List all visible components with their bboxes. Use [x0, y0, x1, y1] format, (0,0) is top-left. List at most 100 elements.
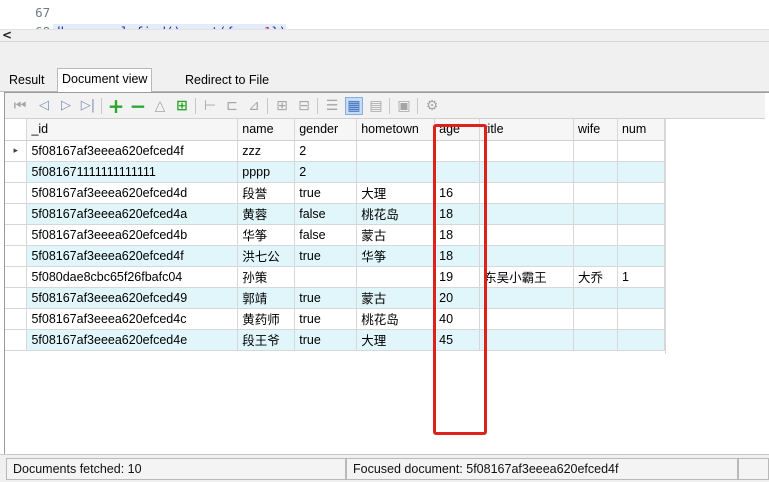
cell-gender[interactable]: true: [294, 287, 358, 309]
row-indicator[interactable]: ▸: [5, 140, 28, 162]
insert-after-icon[interactable]: ⊢: [201, 97, 219, 115]
cell-wife[interactable]: [573, 287, 618, 309]
cell-title[interactable]: 东吴小霸王: [479, 266, 574, 288]
cell-title[interactable]: [479, 182, 574, 204]
cell-wife[interactable]: [573, 329, 618, 351]
cell-title[interactable]: [479, 140, 574, 162]
cell-num[interactable]: [617, 203, 666, 225]
cell-num[interactable]: [617, 287, 666, 309]
cell-age[interactable]: 40: [434, 308, 481, 330]
settings-icon[interactable]: ⚙: [423, 97, 441, 115]
row-indicator[interactable]: [5, 329, 28, 351]
table-row[interactable]: 5f08167af3eeea620efced4a 黄蓉 false 桃花岛 18: [5, 203, 666, 225]
cell-hometown[interactable]: 桃花岛: [356, 203, 436, 225]
cell-age[interactable]: 19: [434, 266, 481, 288]
cell-id[interactable]: 5f08167af3eeea620efced4c: [26, 308, 239, 330]
cell-hometown[interactable]: [356, 140, 436, 162]
cell-num[interactable]: [617, 308, 666, 330]
cell-age[interactable]: 20: [434, 287, 481, 309]
row-indicator[interactable]: [5, 224, 28, 246]
add-child-icon[interactable]: ⊞: [173, 97, 191, 115]
cell-title[interactable]: [479, 329, 574, 351]
list-view-icon[interactable]: ⊟: [295, 97, 313, 115]
text-view-icon[interactable]: ☰: [323, 97, 341, 115]
cell-wife[interactable]: [573, 308, 618, 330]
tree-view-icon[interactable]: ▤: [367, 97, 385, 115]
first-record-icon[interactable]: ⏮: [11, 97, 29, 115]
last-record-icon[interactable]: ▷|: [79, 97, 97, 115]
table-row[interactable]: 5f08167af3eeea620efced49 郭靖 true 蒙古 20: [5, 287, 666, 309]
cell-title[interactable]: [479, 308, 574, 330]
cell-wife[interactable]: [573, 224, 618, 246]
cell-hometown[interactable]: 蒙古: [356, 287, 436, 309]
cell-name[interactable]: zzz: [237, 140, 296, 162]
cell-name[interactable]: 孙策: [237, 266, 296, 288]
cell-title[interactable]: [479, 287, 574, 309]
cell-wife[interactable]: [573, 245, 618, 267]
cell-gender[interactable]: true: [294, 308, 358, 330]
align-icon[interactable]: ⊿: [245, 97, 263, 115]
tab-document-view[interactable]: Document view: [57, 68, 153, 93]
cell-title[interactable]: [479, 203, 574, 225]
query-editor[interactable]: 67 68db.nor col.find().sort({age:1}) <: [0, 0, 769, 42]
table-row[interactable]: 5f08167af3eeea620efced4c 黄药师 true 桃花岛 40: [5, 308, 666, 330]
cell-gender[interactable]: true: [294, 182, 358, 204]
row-indicator[interactable]: [5, 182, 28, 204]
cell-hometown[interactable]: 桃花岛: [356, 308, 436, 330]
cell-name[interactable]: 黄药师: [237, 308, 296, 330]
cell-gender[interactable]: 2: [294, 140, 358, 162]
cell-gender[interactable]: 2: [294, 161, 358, 183]
cell-gender[interactable]: [294, 266, 358, 288]
cell-name[interactable]: 郭靖: [237, 287, 296, 309]
table-row[interactable]: 5f080dae8cbc65f26fbafc04 孙策 19 东吴小霸王 大乔 1: [5, 266, 666, 288]
cell-gender[interactable]: true: [294, 245, 358, 267]
cell-id[interactable]: 5f08167af3eeea620efced4f: [26, 245, 239, 267]
add-record-icon[interactable]: +: [107, 96, 125, 116]
cell-num[interactable]: [617, 161, 666, 183]
cell-age[interactable]: 45: [434, 329, 481, 351]
column-header[interactable]: _id: [26, 119, 239, 141]
cell-wife[interactable]: [573, 140, 618, 162]
cell-name[interactable]: 段誉: [237, 182, 296, 204]
table-row[interactable]: 5f08167af3eeea620efced4d 段誉 true 大理 16: [5, 182, 666, 204]
cell-num[interactable]: [617, 329, 666, 351]
cell-title[interactable]: [479, 224, 574, 246]
cell-id[interactable]: 5f08167af3eeea620efced4a: [26, 203, 239, 225]
table-view-icon[interactable]: ▦: [345, 97, 363, 115]
cell-num[interactable]: 1: [617, 266, 666, 288]
cell-hometown[interactable]: 大理: [356, 329, 436, 351]
cell-id[interactable]: 5f08167af3eeea620efced4d: [26, 182, 239, 204]
cell-gender[interactable]: true: [294, 329, 358, 351]
scroll-left-arrow-icon[interactable]: <: [2, 28, 12, 42]
row-indicator[interactable]: [5, 287, 28, 309]
cell-num[interactable]: [617, 245, 666, 267]
cell-name[interactable]: 段王爷: [237, 329, 296, 351]
cell-age[interactable]: 16: [434, 182, 481, 204]
next-record-icon[interactable]: ▷: [57, 97, 75, 115]
column-header[interactable]: name: [237, 119, 296, 141]
row-indicator[interactable]: [5, 203, 28, 225]
insert-before-icon[interactable]: ⊏: [223, 97, 241, 115]
prev-record-icon[interactable]: ◁: [35, 97, 53, 115]
cell-id[interactable]: 5f08167af3eeea620efced4b: [26, 224, 239, 246]
table-row[interactable]: 5f08167af3eeea620efced4f 洪七公 true 华筝 18: [5, 245, 666, 267]
table-row[interactable]: 5f08167af3eeea620efced4b 华筝 false 蒙古 18: [5, 224, 666, 246]
cell-age[interactable]: 18: [434, 224, 481, 246]
cell-gender[interactable]: false: [294, 224, 358, 246]
cell-age[interactable]: 18: [434, 203, 481, 225]
table-row[interactable]: 5f08167af3eeea620efced4e 段王爷 true 大理 45: [5, 329, 666, 351]
grid-view-icon[interactable]: ⊞: [273, 97, 291, 115]
column-header[interactable]: age: [434, 119, 481, 141]
row-indicator[interactable]: [5, 308, 28, 330]
cell-id[interactable]: 5f080dae8cbc65f26fbafc04: [26, 266, 239, 288]
cell-num[interactable]: [617, 182, 666, 204]
cell-name[interactable]: pppp: [237, 161, 296, 183]
cell-id[interactable]: 5f08167af3eeea620efced4e: [26, 329, 239, 351]
cell-title[interactable]: [479, 245, 574, 267]
column-header[interactable]: title: [479, 119, 574, 141]
cell-wife[interactable]: [573, 161, 618, 183]
cell-hometown[interactable]: 大理: [356, 182, 436, 204]
cell-title[interactable]: [479, 161, 574, 183]
cell-name[interactable]: 华筝: [237, 224, 296, 246]
cell-hometown[interactable]: 华筝: [356, 245, 436, 267]
